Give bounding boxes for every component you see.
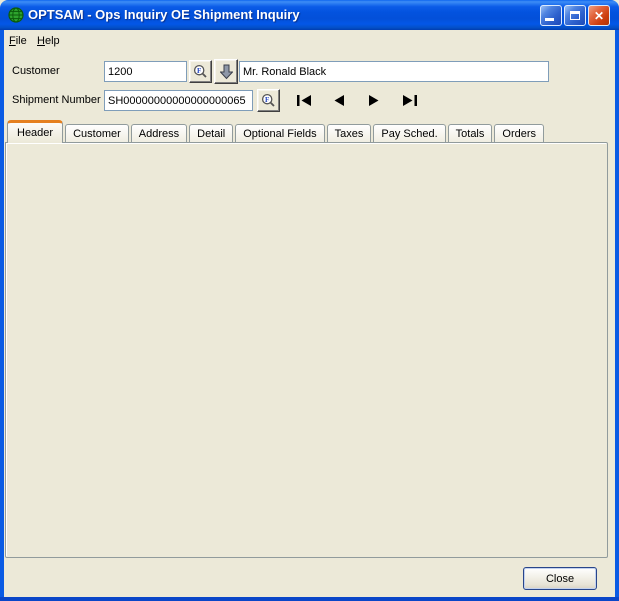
maximize-button[interactable] <box>564 5 586 26</box>
customer-code-input[interactable] <box>104 61 187 82</box>
close-icon: ✕ <box>594 10 604 22</box>
maximize-icon <box>570 11 580 20</box>
close-button[interactable]: Close <box>523 567 597 590</box>
tab-address[interactable]: Address <box>131 124 187 142</box>
menu-help[interactable]: Help <box>34 33 63 49</box>
finder-icon: F <box>193 64 208 79</box>
shipment-inquiry-window: OPTSAM - Ops Inquiry OE Shipment Inquiry… <box>0 0 619 601</box>
window-border-right <box>615 30 619 597</box>
finder-icon: F <box>261 93 276 108</box>
titlebar: OPTSAM - Ops Inquiry OE Shipment Inquiry… <box>0 0 619 30</box>
drilldown-arrow-icon <box>220 64 233 80</box>
tab-page-header <box>5 142 608 558</box>
tab-orders[interactable]: Orders <box>494 124 544 142</box>
shipment-number-label: Shipment Number <box>12 90 101 111</box>
svg-text:F: F <box>197 67 201 75</box>
tab-detail[interactable]: Detail <box>189 124 233 142</box>
last-record-button[interactable] <box>397 91 421 109</box>
tab-customer[interactable]: Customer <box>65 124 129 142</box>
app-icon <box>8 7 24 23</box>
svg-text:F: F <box>265 96 269 104</box>
menu-file[interactable]: File <box>6 33 30 49</box>
window-title: OPTSAM - Ops Inquiry OE Shipment Inquiry <box>28 0 300 30</box>
previous-record-icon <box>332 95 346 106</box>
minimize-icon <box>545 18 554 21</box>
next-record-button[interactable] <box>362 91 386 109</box>
tab-strip: Header Customer Address Detail Optional … <box>7 120 544 143</box>
close-window-button[interactable]: ✕ <box>588 5 610 26</box>
customer-name-display[interactable] <box>239 61 549 82</box>
last-record-icon <box>401 95 418 106</box>
customer-drilldown-button[interactable] <box>214 59 238 84</box>
first-record-icon <box>296 95 313 106</box>
next-record-icon <box>367 95 381 106</box>
previous-record-button[interactable] <box>327 91 351 109</box>
tab-header[interactable]: Header <box>7 120 63 143</box>
tab-totals[interactable]: Totals <box>448 124 493 142</box>
customer-finder-button[interactable]: F <box>189 60 212 83</box>
customer-label: Customer <box>12 61 60 82</box>
minimize-button[interactable] <box>540 5 562 26</box>
window-border-bottom <box>0 597 619 601</box>
first-record-button[interactable] <box>292 91 316 109</box>
shipment-finder-button[interactable]: F <box>257 89 280 112</box>
tab-optional-fields[interactable]: Optional Fields <box>235 124 324 142</box>
tab-taxes[interactable]: Taxes <box>327 124 372 142</box>
shipment-number-input[interactable] <box>104 90 253 111</box>
tab-pay-sched[interactable]: Pay Sched. <box>373 124 445 142</box>
window-border-left <box>0 30 4 597</box>
